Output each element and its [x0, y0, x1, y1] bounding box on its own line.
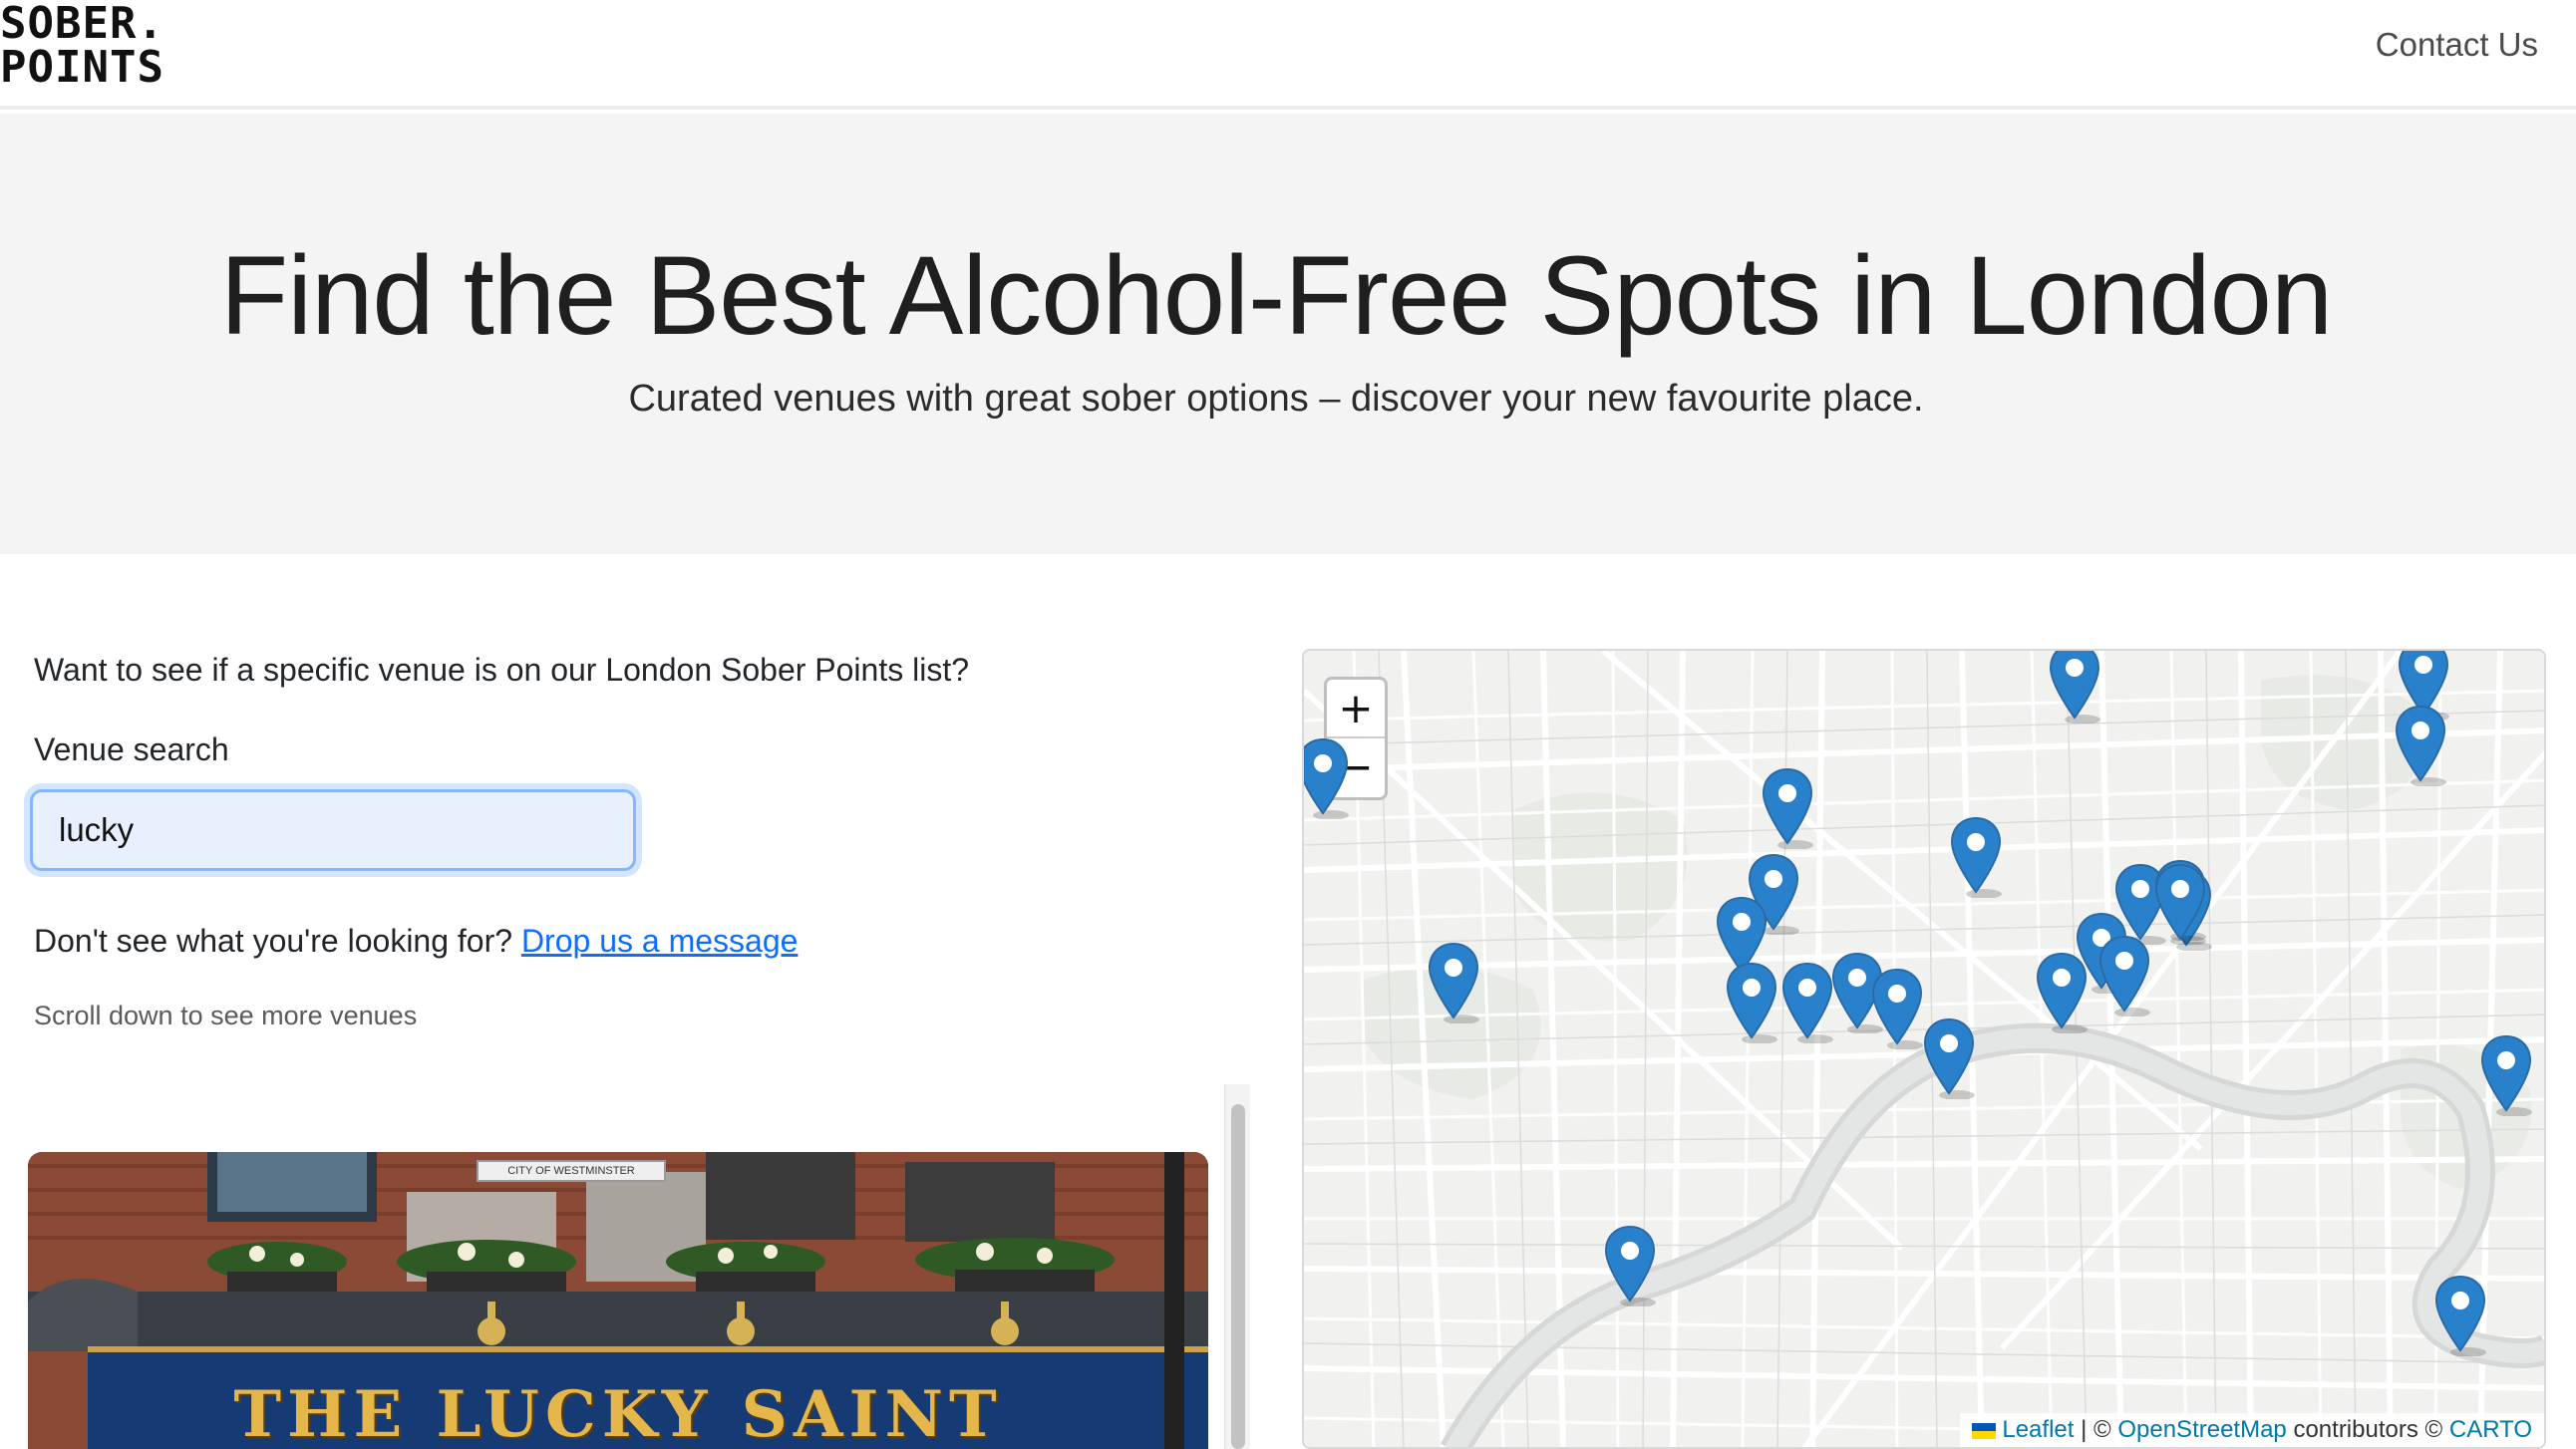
venue-search-label: Venue search: [34, 731, 229, 767]
council-plaque: CITY OF WESTMINSTER: [477, 1160, 666, 1182]
scrollbar-thumb[interactable]: [1231, 1104, 1245, 1449]
venue-map-pin-icon[interactable]: [1604, 1225, 1656, 1308]
map-attribution: Leaflet | © OpenStreetMap contributors ©…: [1960, 1413, 2544, 1447]
venue-card[interactable]: CITY OF WESTMINSTER THE LUCKY SAINT: [28, 1152, 1208, 1449]
venue-map-pin-icon[interactable]: [2434, 1275, 2486, 1357]
venue-search-input[interactable]: [30, 789, 636, 871]
venue-map-pin-icon[interactable]: [2480, 1034, 2533, 1117]
venue-map[interactable]: + − Leaflet | © OpenStreetMap contributo…: [1302, 649, 2546, 1449]
not-found-message: Don't see what you're looking for? Drop …: [34, 923, 798, 960]
venue-map-pin-icon[interactable]: [2395, 705, 2447, 788]
not-found-text: Don't see what you're looking for?: [34, 923, 513, 959]
venue-map-pin-icon[interactable]: [2036, 952, 2088, 1034]
venue-map-pin-icon[interactable]: [1304, 737, 1350, 821]
site-logo[interactable]: SOBER. POINTS: [0, 2, 164, 90]
hero-section: Find the Best Alcohol-Free Spots in Lond…: [0, 114, 2576, 554]
zoom-in-button[interactable]: +: [1327, 680, 1385, 738]
navbar: SOBER. POINTS Contact Us: [0, 0, 2576, 110]
drop-message-link[interactable]: Drop us a message: [521, 923, 798, 959]
venue-map-pin-icon[interactable]: [2098, 935, 2150, 1018]
venue-map-pin-icon[interactable]: [1950, 816, 2002, 900]
hero-subtitle: Curated venues with great sober options …: [628, 378, 1924, 420]
venue-map-pin-icon[interactable]: [2154, 863, 2206, 946]
openstreetmap-link[interactable]: OpenStreetMap: [2117, 1416, 2286, 1443]
venue-sign-text: THE LUCKY SAINT: [233, 1377, 1003, 1449]
attribution-contributors: contributors ©: [2286, 1416, 2449, 1443]
venue-map-pin-icon[interactable]: [2049, 651, 2101, 725]
search-question: Want to see if a specific venue is on ou…: [34, 652, 970, 688]
venue-list-scrollbar[interactable]: [1224, 1084, 1250, 1449]
hero-title: Find the Best Alcohol-Free Spots in Lond…: [219, 233, 2333, 358]
carto-link[interactable]: CARTO: [2449, 1416, 2532, 1443]
scroll-hint: Scroll down to see more venues: [34, 1001, 418, 1030]
leaflet-link[interactable]: Leaflet: [2002, 1416, 2074, 1443]
venue-map-pin-icon[interactable]: [1726, 962, 1778, 1044]
attribution-separator: | ©: [2074, 1416, 2118, 1443]
venue-map-pin-icon[interactable]: [1871, 968, 1923, 1051]
logo-line-2: POINTS: [0, 42, 164, 93]
venue-map-pin-icon[interactable]: [1762, 767, 1814, 850]
venue-search-panel: Want to see if a specific venue is on ou…: [0, 554, 1286, 1449]
contact-us-link[interactable]: Contact Us: [2376, 26, 2538, 64]
venue-map-pin-icon[interactable]: [1781, 962, 1834, 1044]
venue-map-pin-icon[interactable]: [1923, 1017, 1976, 1101]
logo-line-1: SOBER.: [0, 0, 164, 49]
venue-map-pin-icon[interactable]: [1428, 942, 1479, 1025]
ukraine-flag-icon: [1972, 1422, 1997, 1439]
